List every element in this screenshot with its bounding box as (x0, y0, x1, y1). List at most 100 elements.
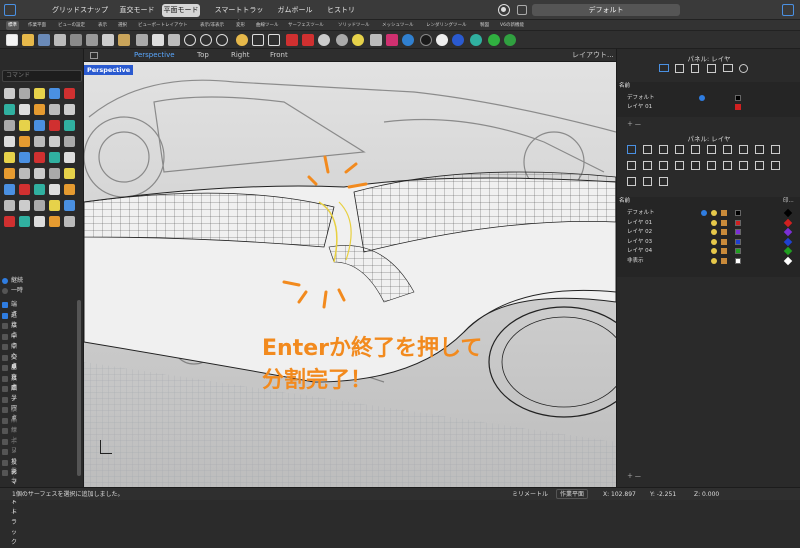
extrude-tool-icon[interactable] (64, 136, 75, 147)
scale-tool-icon[interactable] (19, 184, 30, 195)
units-label[interactable]: ミリメートル (512, 488, 548, 501)
osnap-item[interactable]: 中心点 (2, 342, 17, 370)
osnap-item[interactable]: 頂点 (2, 405, 17, 423)
material-panel-icon[interactable] (675, 145, 684, 154)
book-panel-icon[interactable] (739, 161, 748, 170)
display-panel-icon[interactable] (723, 64, 733, 72)
cplane-icon[interactable] (286, 34, 298, 46)
paint-tool-icon[interactable] (64, 216, 75, 227)
camera2-panel-icon[interactable] (659, 177, 668, 186)
file-icon[interactable] (691, 64, 699, 73)
import-icon[interactable] (70, 34, 82, 46)
command-field[interactable]: コマンド (2, 70, 82, 82)
display-panel-icon[interactable] (691, 145, 700, 154)
boolean-tool-icon[interactable] (19, 168, 30, 179)
revolve-tool-icon[interactable] (4, 152, 15, 163)
options-icon[interactable] (470, 34, 482, 46)
light-panel-icon[interactable] (691, 161, 700, 170)
osnap-item[interactable]: 中点 (2, 332, 17, 350)
ribbon-tab-surface-tools[interactable]: サーフェスツール (286, 21, 326, 30)
render-tool-icon[interactable] (4, 216, 15, 227)
panel-toggle-icon[interactable] (782, 4, 794, 16)
pan-icon[interactable] (152, 34, 164, 46)
copy-icon[interactable] (102, 34, 114, 46)
gumball-toggle[interactable]: ガムボール (276, 4, 314, 17)
current-layer-icon[interactable] (699, 95, 705, 101)
rotate-tool-icon[interactable] (4, 184, 15, 195)
print-icon[interactable] (54, 34, 66, 46)
cpu-panel-icon[interactable] (771, 161, 780, 170)
join-tool-icon[interactable] (19, 136, 30, 147)
ribbon-tab-view-settings[interactable]: ビューの設定 (56, 21, 87, 30)
osnap-item[interactable]: サーフェス上 (2, 426, 17, 484)
wrench-panel-icon[interactable] (675, 161, 684, 170)
named-view-icon[interactable] (318, 34, 330, 46)
visibility-bulb-icon[interactable] (711, 257, 717, 264)
block-tool-icon[interactable] (34, 200, 45, 211)
arc-tool-icon[interactable] (19, 104, 30, 115)
osnap-item[interactable]: 投影 (2, 458, 17, 476)
grid2-panel-icon[interactable] (643, 177, 652, 186)
move-tool-icon[interactable] (49, 168, 60, 179)
settings-panel-icon[interactable] (627, 177, 636, 186)
layer-row[interactable]: 非表示 (627, 256, 800, 265)
cplane-selector[interactable]: 作業平面 (556, 489, 589, 499)
history-toggle[interactable]: ヒストリ (322, 4, 360, 17)
ribbon-tab-drafting[interactable]: 製図 (478, 21, 491, 30)
align-tool-icon[interactable] (64, 184, 75, 195)
lock-icon[interactable] (721, 210, 727, 216)
pen-panel-icon[interactable] (739, 145, 748, 154)
viewport-label[interactable]: Perspective (84, 65, 134, 75)
osnap-item[interactable]: 四半円点 (2, 384, 17, 422)
show-icon[interactable] (336, 34, 348, 46)
extend-tool-icon[interactable] (49, 120, 60, 131)
display-mode-select[interactable]: デフォルト (532, 4, 680, 16)
grid-menu-icon[interactable] (90, 52, 98, 59)
four-view-icon[interactable] (252, 34, 264, 46)
cube-panel-icon[interactable] (643, 161, 652, 170)
object-panel-icon[interactable] (643, 145, 652, 154)
ribbon-tab-mesh-tools[interactable]: メッシュツール (380, 21, 416, 30)
help-panel-icon[interactable] (771, 145, 780, 154)
osnap-item[interactable]: 交点 (2, 353, 17, 371)
hatch-tool-icon[interactable] (19, 200, 30, 211)
visibility-bulb-icon[interactable] (711, 219, 717, 226)
current-layer-icon[interactable] (701, 210, 707, 216)
layer-row[interactable]: レイヤ 04 (627, 246, 800, 256)
zoom-window-icon[interactable] (200, 34, 212, 46)
osnap-item[interactable]: スマートトラック (2, 468, 17, 546)
rotate-view-icon[interactable] (168, 34, 180, 46)
cloud-panel-icon[interactable] (755, 161, 764, 170)
visibility-bulb-icon[interactable] (711, 229, 717, 235)
record-icon[interactable] (498, 4, 510, 16)
layer-color-swatch[interactable] (735, 248, 741, 254)
loft-tool-icon[interactable] (34, 152, 45, 163)
rectangle-tool-icon[interactable] (49, 104, 60, 115)
smart-track-toggle[interactable]: スマートトラック (212, 4, 266, 27)
copy-tool-icon[interactable] (64, 168, 75, 179)
file-panel-icon[interactable] (659, 145, 668, 154)
polyline-tool-icon[interactable] (49, 88, 60, 99)
ortho-toggle[interactable]: 直交モード (118, 4, 156, 17)
osnap-persistent-option[interactable]: 継続 (2, 276, 23, 286)
osnap-item[interactable]: 接点 (2, 374, 17, 392)
print-color-swatch[interactable] (783, 256, 793, 265)
dimension-tool-icon[interactable] (4, 200, 15, 211)
ribbon-tab-v6-new[interactable]: V6の新機能 (498, 21, 526, 30)
point-tool-icon[interactable] (19, 88, 30, 99)
print-color-swatch[interactable] (783, 246, 793, 256)
ribbon-tab-render-tools[interactable]: レンダリングツール (424, 21, 469, 30)
lock-icon[interactable] (721, 238, 727, 245)
object-icon[interactable] (675, 64, 684, 73)
mirror-tool-icon[interactable] (34, 184, 45, 195)
array-tool-icon[interactable] (49, 184, 60, 195)
osnap-item[interactable]: 近接点 (2, 311, 17, 339)
line-tool-icon[interactable] (34, 88, 45, 99)
offset-tool-icon[interactable] (34, 120, 45, 131)
ribbon-tab-curve-tools[interactable]: 曲線ツール (254, 21, 281, 30)
layer-row[interactable]: レイヤ 01 (627, 218, 800, 227)
display-mode-icon[interactable] (517, 5, 527, 15)
sphere-panel-icon[interactable] (659, 161, 668, 170)
lock-icon[interactable] (721, 219, 727, 226)
undo-icon[interactable] (136, 34, 148, 46)
